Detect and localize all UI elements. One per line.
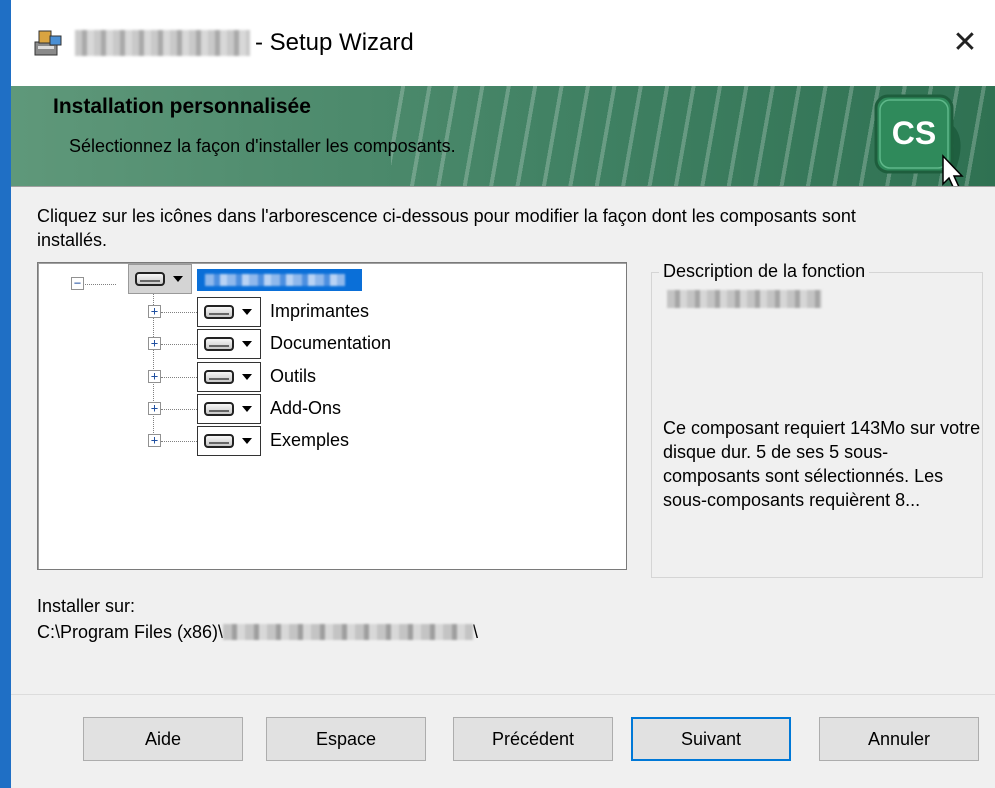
feature-description-legend: Description de la fonction [659,261,870,282]
dropdown-arrow-icon [242,309,252,315]
dropdown-arrow-icon [242,406,252,412]
feature-name-redacted [667,290,822,308]
window-title: - Setup Wizard [255,29,414,56]
dropdown-arrow-icon [242,438,252,444]
page-title: Installation personnalisée [53,95,311,118]
collapse-icon[interactable]: − [71,277,84,290]
tree-item-label[interactable]: Add-Ons [270,398,341,419]
page-subtitle: Sélectionnez la façon d'installer les co… [69,136,456,156]
hard-drive-icon [204,370,234,384]
feature-description-text: Ce composant requiert 143Mo sur votre di… [663,418,981,510]
installer-icon [34,30,62,56]
path-redacted [223,624,474,640]
install-location-label: Installer sur: [37,596,136,616]
tree-item-label[interactable]: Exemples [270,430,349,451]
expand-icon[interactable]: + [148,434,161,447]
header-banner: Installation personnalisée Sélectionnez … [11,86,995,186]
tree-root-label-redacted[interactable] [197,269,362,291]
hard-drive-icon [204,434,234,448]
disk-space-button[interactable]: Espace [266,717,426,761]
tree-item-label[interactable]: Documentation [270,333,391,354]
dropdown-arrow-icon [242,341,252,347]
svg-text:CS: CS [892,115,936,151]
install-option-button[interactable] [197,297,261,327]
install-option-button[interactable] [197,426,261,456]
expand-icon[interactable]: + [148,337,161,350]
tree-item-label[interactable]: Outils [270,366,316,387]
setup-wizard-window: - Setup Wizard ✕ Installation personnali… [11,0,995,788]
hard-drive-icon [204,305,234,319]
tree-item-label[interactable]: Imprimantes [270,301,369,322]
expand-icon[interactable]: + [148,305,161,318]
install-option-button[interactable] [197,394,261,424]
expand-icon[interactable]: + [148,402,161,415]
dropdown-arrow-icon [173,276,183,282]
expand-icon[interactable]: + [148,370,161,383]
cancel-button[interactable]: Annuler [819,717,979,761]
hard-drive-icon [204,402,234,416]
product-name-redacted [75,30,250,56]
hard-drive-icon [135,272,165,286]
close-button[interactable]: ✕ [935,12,995,72]
header-separator [11,186,995,187]
instructions-text: Cliquez sur les icônes dans l'arborescen… [37,206,856,250]
help-button[interactable]: Aide [83,717,243,761]
cs-logo-icon: CS [874,94,964,186]
title-bar: - Setup Wizard ✕ [11,0,995,86]
install-location-path: C:\Program Files (x86)\ \ [37,622,479,642]
window-left-border [0,0,11,788]
footer-separator [11,694,995,695]
next-button[interactable]: Suivant [631,717,791,761]
install-option-button[interactable] [197,362,261,392]
root-install-option-button[interactable] [128,264,192,294]
dropdown-arrow-icon [242,374,252,380]
previous-button[interactable]: Précédent [453,717,613,761]
tree-connector [82,284,116,285]
install-option-button[interactable] [197,329,261,359]
hard-drive-icon [204,337,234,351]
